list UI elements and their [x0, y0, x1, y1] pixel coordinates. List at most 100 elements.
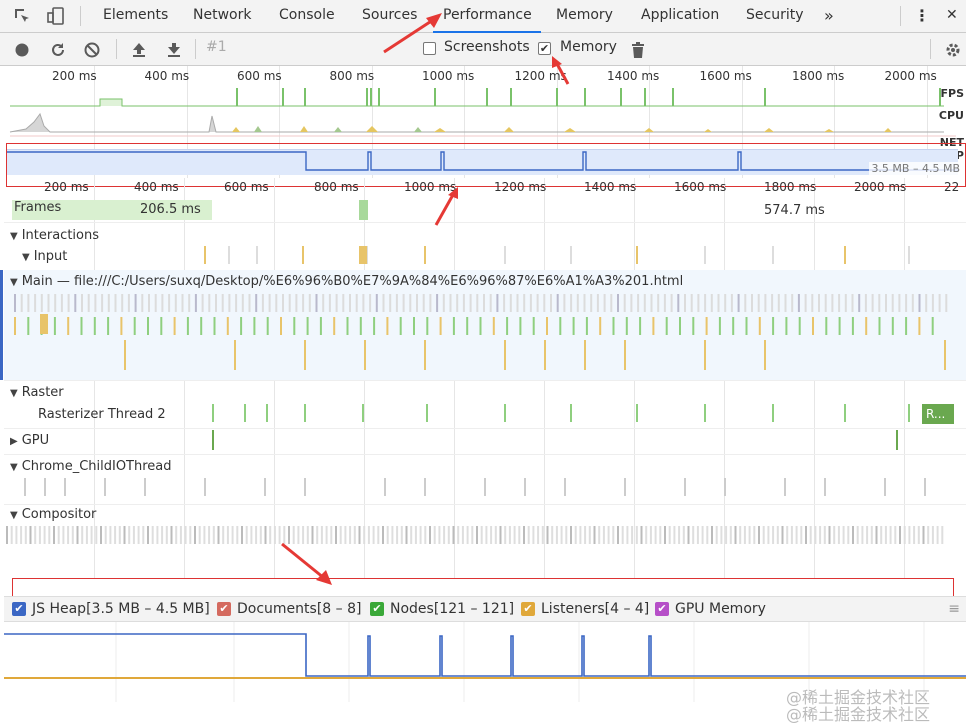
close-devtools-icon[interactable]: ✕: [942, 0, 962, 33]
trace-event: [659, 526, 662, 544]
trace-event: [918, 317, 921, 335]
trace-event: [537, 526, 540, 544]
record-button[interactable]: [11, 39, 33, 61]
inspect-element-icon[interactable]: [10, 5, 34, 27]
tab-console[interactable]: Console: [275, 0, 339, 33]
trace-event: [665, 317, 668, 335]
trace-event: [44, 478, 46, 496]
trace-event: [476, 526, 478, 544]
drag-handle-icon[interactable]: ≡: [948, 601, 960, 617]
trace-event: [584, 526, 587, 544]
trace-event: [492, 317, 495, 335]
gpu-memory-counter[interactable]: ✔ GPU Memory: [655, 601, 766, 617]
trace-event: [424, 526, 427, 544]
trace-event: [811, 294, 814, 312]
trace-event: [795, 526, 798, 544]
capture-settings-gear-icon[interactable]: [942, 39, 964, 61]
listeners-checkbox[interactable]: ✔: [521, 602, 535, 616]
clear-icon[interactable]: [81, 39, 103, 61]
trace-event: [466, 526, 469, 544]
trace-event: [570, 246, 572, 264]
trace-event: [67, 317, 70, 335]
trace-event: [631, 526, 634, 544]
reload-record-icon[interactable]: [47, 39, 69, 61]
trace-event: [570, 294, 573, 312]
frames-track-title[interactable]: Frames: [14, 200, 61, 215]
js-heap-checkbox[interactable]: ✔: [12, 602, 26, 616]
trace-event: [402, 294, 405, 312]
nodes-checkbox[interactable]: ✔: [370, 602, 384, 616]
trace-event: [844, 294, 847, 312]
kebab-menu-icon[interactable]: ⋮: [910, 0, 934, 33]
tab-performance[interactable]: Performance: [433, 0, 541, 33]
trace-event: [852, 526, 854, 544]
trace-event: [76, 526, 79, 544]
trace-event: [109, 526, 112, 544]
trace-event: [302, 294, 305, 312]
trace-event: [295, 294, 298, 312]
trace-event: [228, 246, 230, 264]
js-heap-counter[interactable]: ✔ JS Heap[3.5 MB – 4.5 MB]: [12, 601, 210, 617]
trace-event: [200, 317, 203, 335]
trace-event: [333, 317, 336, 335]
trace-event: [831, 294, 834, 312]
trace-event: [443, 526, 446, 544]
trace-event: [838, 317, 841, 335]
listeners-counter[interactable]: ✔ Listeners[4 – 4]: [521, 601, 649, 617]
trace-event: [861, 526, 864, 544]
trace-event: [772, 526, 775, 544]
trace-event: [306, 526, 309, 544]
trace-event: [635, 526, 638, 544]
screenshots-label: Screenshots: [444, 39, 530, 55]
documents-counter[interactable]: ✔ Documents[8 – 8]: [217, 601, 361, 617]
trace-event: [302, 246, 304, 264]
trace-event: [87, 294, 90, 312]
trace-event: [880, 526, 883, 544]
trace-event: [54, 294, 57, 312]
device-toolbar-icon[interactable]: [44, 5, 68, 27]
trace-event: [480, 526, 483, 544]
trace-event: [426, 404, 428, 422]
trace-event: [436, 294, 439, 312]
tab-memory[interactable]: Memory: [552, 0, 617, 33]
trace-event: [471, 526, 474, 544]
flamechart-events[interactable]: [4, 178, 966, 578]
trace-event: [729, 526, 732, 544]
tab-security[interactable]: Security: [742, 0, 808, 33]
trace-event: [814, 526, 817, 544]
flamechart-panel[interactable]: 200 ms 400 ms 600 ms 800 ms 1000 ms 1200 ms 14…: [0, 178, 966, 578]
trace-event: [838, 294, 841, 312]
trace-event: [133, 317, 136, 335]
trace-event: [541, 526, 544, 544]
documents-checkbox[interactable]: ✔: [217, 602, 231, 616]
trace-event: [121, 294, 124, 312]
trace-event: [349, 294, 351, 312]
recording-select[interactable]: #1: [206, 39, 227, 55]
more-tabs-button[interactable]: »: [820, 0, 838, 33]
tab-application[interactable]: Application: [637, 0, 723, 33]
trash-icon[interactable]: [627, 39, 649, 61]
tab-elements[interactable]: Elements: [99, 0, 172, 33]
trace-event: [369, 294, 372, 312]
save-profile-icon[interactable]: [163, 39, 185, 61]
trace-event: [908, 404, 910, 422]
screenshots-checkbox[interactable]: [423, 42, 436, 55]
trace-event: [151, 526, 154, 544]
tab-network[interactable]: Network: [189, 0, 255, 33]
trace-event: [452, 317, 455, 335]
trace-event: [161, 526, 164, 544]
trace-event: [925, 294, 928, 312]
trace-event: [194, 294, 197, 312]
load-profile-icon[interactable]: [128, 39, 150, 61]
trace-event: [654, 526, 657, 544]
trace-event: [570, 526, 572, 544]
memory-checkbox[interactable]: ✔: [538, 42, 551, 55]
nodes-counter[interactable]: ✔ Nodes[121 – 121]: [370, 601, 514, 617]
gpu-memory-checkbox[interactable]: ✔: [655, 602, 669, 616]
trace-event: [344, 526, 347, 544]
trace-event: [772, 246, 774, 264]
trace-event: [673, 526, 676, 544]
tab-sources[interactable]: Sources: [358, 0, 421, 33]
trace-event: [819, 526, 822, 544]
trace-event: [519, 317, 522, 335]
